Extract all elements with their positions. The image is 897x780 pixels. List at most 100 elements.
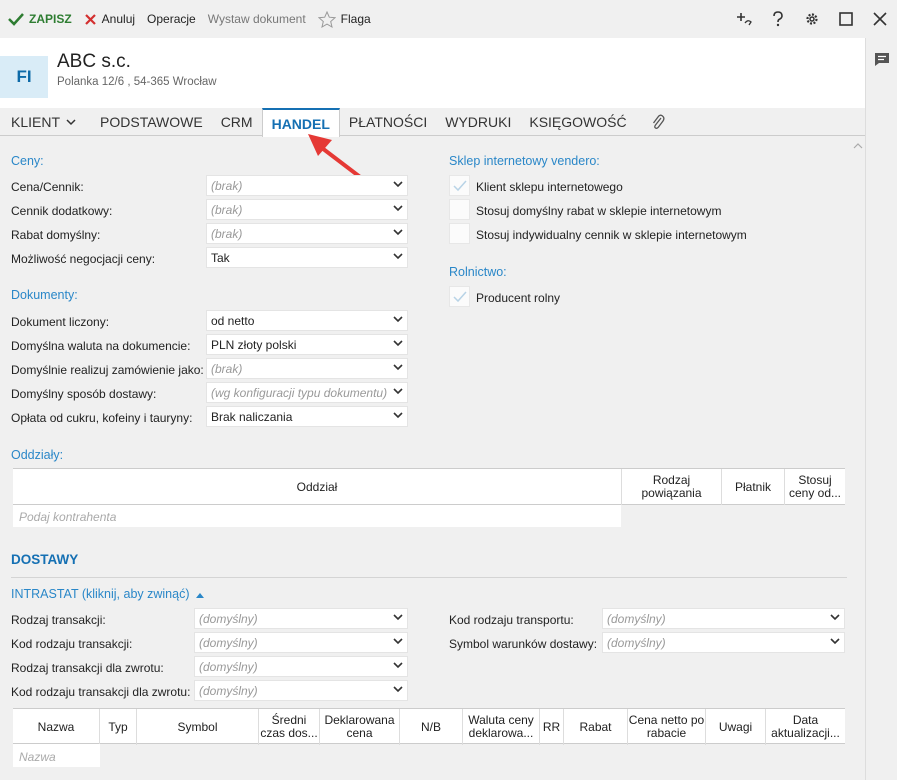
sposob-dostawy-select[interactable]: (wg konfiguracji typu dokumentu) [206,382,408,403]
section-dostawy-title: DOSTAWY [11,552,79,567]
toolbar: ZAPISZ Anuluj Operacje Wystaw dokument F… [0,0,897,38]
main-content: FI ABC s.c. Polanka 12/6 , 54-365 Wrocła… [0,38,865,780]
domyslny-rabat-label: Stosuj domyślny rabat w sklepie internet… [476,204,722,218]
select-value: (brak) [211,361,243,376]
column-header[interactable]: Deklarowana cena [320,709,400,745]
column-header[interactable]: Rabat [564,709,628,745]
chevron-down-icon [393,205,403,212]
operations-button[interactable]: Operacje [141,0,202,38]
close-window-icon[interactable] [863,0,897,38]
column-header[interactable]: Rodzaj powiązania [622,469,722,505]
select-value: Tak [211,250,230,265]
cancel-button[interactable]: Anuluj [78,0,141,38]
select-value: PLN złoty polski [211,337,297,352]
column-header[interactable]: Nazwa [13,709,100,745]
select-value: (domyślny) [199,611,258,626]
tab-label: PODSTAWOWE [100,114,203,130]
rabat-domyslny-select[interactable]: (brak) [206,223,408,244]
select-value: (domyślny) [199,659,258,674]
column-header[interactable]: Cena netto po rabacie [628,709,706,745]
column-header[interactable]: Stosuj ceny od... [785,469,845,505]
chevron-down-icon [393,412,403,419]
kod-transakcji-zwrot-select[interactable]: (domyślny) [194,680,408,701]
cena-cennik-label: Cena/Cennik: [11,180,84,194]
attachment-icon[interactable] [636,108,674,136]
column-header[interactable]: Data aktualizacji... [766,709,845,745]
select-value: (brak) [211,202,243,217]
chevron-down-icon [393,364,403,371]
save-button[interactable]: ZAPISZ [0,0,78,38]
warunki-dostawy-select[interactable]: (domyślny) [602,632,845,653]
save-label: ZAPISZ [29,12,72,26]
cennik-dodatkowy-label: Cennik dodatkowy: [11,204,113,218]
indywidualny-cennik-checkbox[interactable] [449,223,470,244]
intrastat-toggle[interactable]: INTRASTAT (kliknij, aby zwinąć) [11,587,204,601]
select-value: (brak) [211,178,243,193]
dokument-liczony-label: Dokument liczony: [11,315,110,329]
section-oddzialy-title: Oddziały: [11,448,64,462]
company-address: Polanka 12/6 , 54-365 Wrocław [57,76,217,88]
flag-button[interactable]: Flaga [312,0,377,38]
klient-sklepu-checkbox[interactable] [449,175,470,196]
kod-transakcji-zwrot-label: Kod rodzaju transakcji dla zwrotu: [11,685,191,699]
nazwa-input[interactable]: Nazwa [13,744,100,767]
select-value: (wg konfiguracji typu dokumentu) [211,385,388,400]
tab-label: WYDRUKI [445,114,512,130]
intrastat-label: INTRASTAT (kliknij, aby zwinąć) [11,587,190,601]
column-header[interactable]: Płatnik [722,469,785,505]
waluta-select[interactable]: PLN złoty polski [206,334,408,355]
producent-rolny-checkbox[interactable] [449,286,470,307]
tab-klient[interactable]: KLIENT [0,108,85,136]
gear-icon[interactable] [795,0,829,38]
rodzaj-transakcji-select[interactable]: (domyślny) [194,608,408,629]
help-icon[interactable] [761,0,795,38]
column-header[interactable]: Typ [100,709,137,745]
column-header[interactable]: Średni czas dos... [259,709,320,745]
tab-podstawowe[interactable]: PODSTAWOWE [91,108,212,136]
select-value: (domyślny) [199,683,258,698]
issue-document-button[interactable]: Wystaw dokument [202,0,312,38]
kod-rodzaju-transakcji-select[interactable]: (domyślny) [194,632,408,653]
column-header[interactable]: Oddział [13,469,622,505]
select-value: (domyślny) [607,611,666,626]
oplata-cukier-label: Opłata od cukru, kofeiny i tauryny: [11,411,193,425]
column-header[interactable]: Uwagi [706,709,766,745]
column-header[interactable]: N/B [400,709,463,745]
tab-label: KSIĘGOWOŚĆ [529,114,627,130]
oddzial-placeholder: Podaj kontrahenta [19,510,117,524]
realizuj-zamowienie-select[interactable]: (brak) [206,358,408,379]
window-controls [727,0,897,38]
operations-label: Operacje [147,12,196,26]
kod-transportu-label: Kod rodzaju transportu: [449,613,574,627]
checkmark-icon [453,291,467,303]
column-header[interactable]: RR [540,709,564,745]
add-shortcut-icon[interactable] [727,0,761,38]
indywidualny-cennik-label: Stosuj indywidualny cennik w sklepie int… [476,228,747,242]
entity-header: FI ABC s.c. Polanka 12/6 , 54-365 Wrocła… [0,38,865,108]
domyslny-rabat-checkbox[interactable] [449,199,470,220]
column-header[interactable]: Waluta ceny deklarowa... [463,709,540,745]
sposob-dostawy-label: Domyślny sposób dostawy: [11,387,157,401]
negocjacja-ceny-select[interactable]: Tak [206,247,408,268]
chevron-down-icon [830,614,840,621]
cena-cennik-select[interactable]: (brak) [206,175,408,196]
tab-crm[interactable]: CRM [212,108,262,136]
tab-ksiegowosc[interactable]: KSIĘGOWOŚĆ [520,108,635,136]
scroll-up-icon[interactable] [853,141,863,152]
rodzaj-transakcji-zwrot-select[interactable]: (domyślny) [194,656,408,677]
chevron-down-icon [393,686,403,693]
cennik-dodatkowy-select[interactable]: (brak) [206,199,408,220]
select-value: (domyślny) [607,635,666,650]
oddzial-input[interactable]: Podaj kontrahenta [13,505,621,527]
column-header[interactable]: Symbol [137,709,259,745]
comment-icon[interactable] [874,52,890,70]
tab-wydruki[interactable]: WYDRUKI [436,108,520,136]
oplata-cukier-select[interactable]: Brak naliczania [206,406,408,427]
realizuj-zamowienie-label: Domyślnie realizuj zamówienie jako: [11,363,204,377]
chevron-down-icon [393,340,403,347]
kod-transportu-select[interactable]: (domyślny) [602,608,845,629]
section-dokumenty-title: Dokumenty: [11,288,78,302]
rabat-domyslny-label: Rabat domyślny: [11,228,101,242]
dokument-liczony-select[interactable]: od netto [206,310,408,331]
maximize-icon[interactable] [829,0,863,38]
